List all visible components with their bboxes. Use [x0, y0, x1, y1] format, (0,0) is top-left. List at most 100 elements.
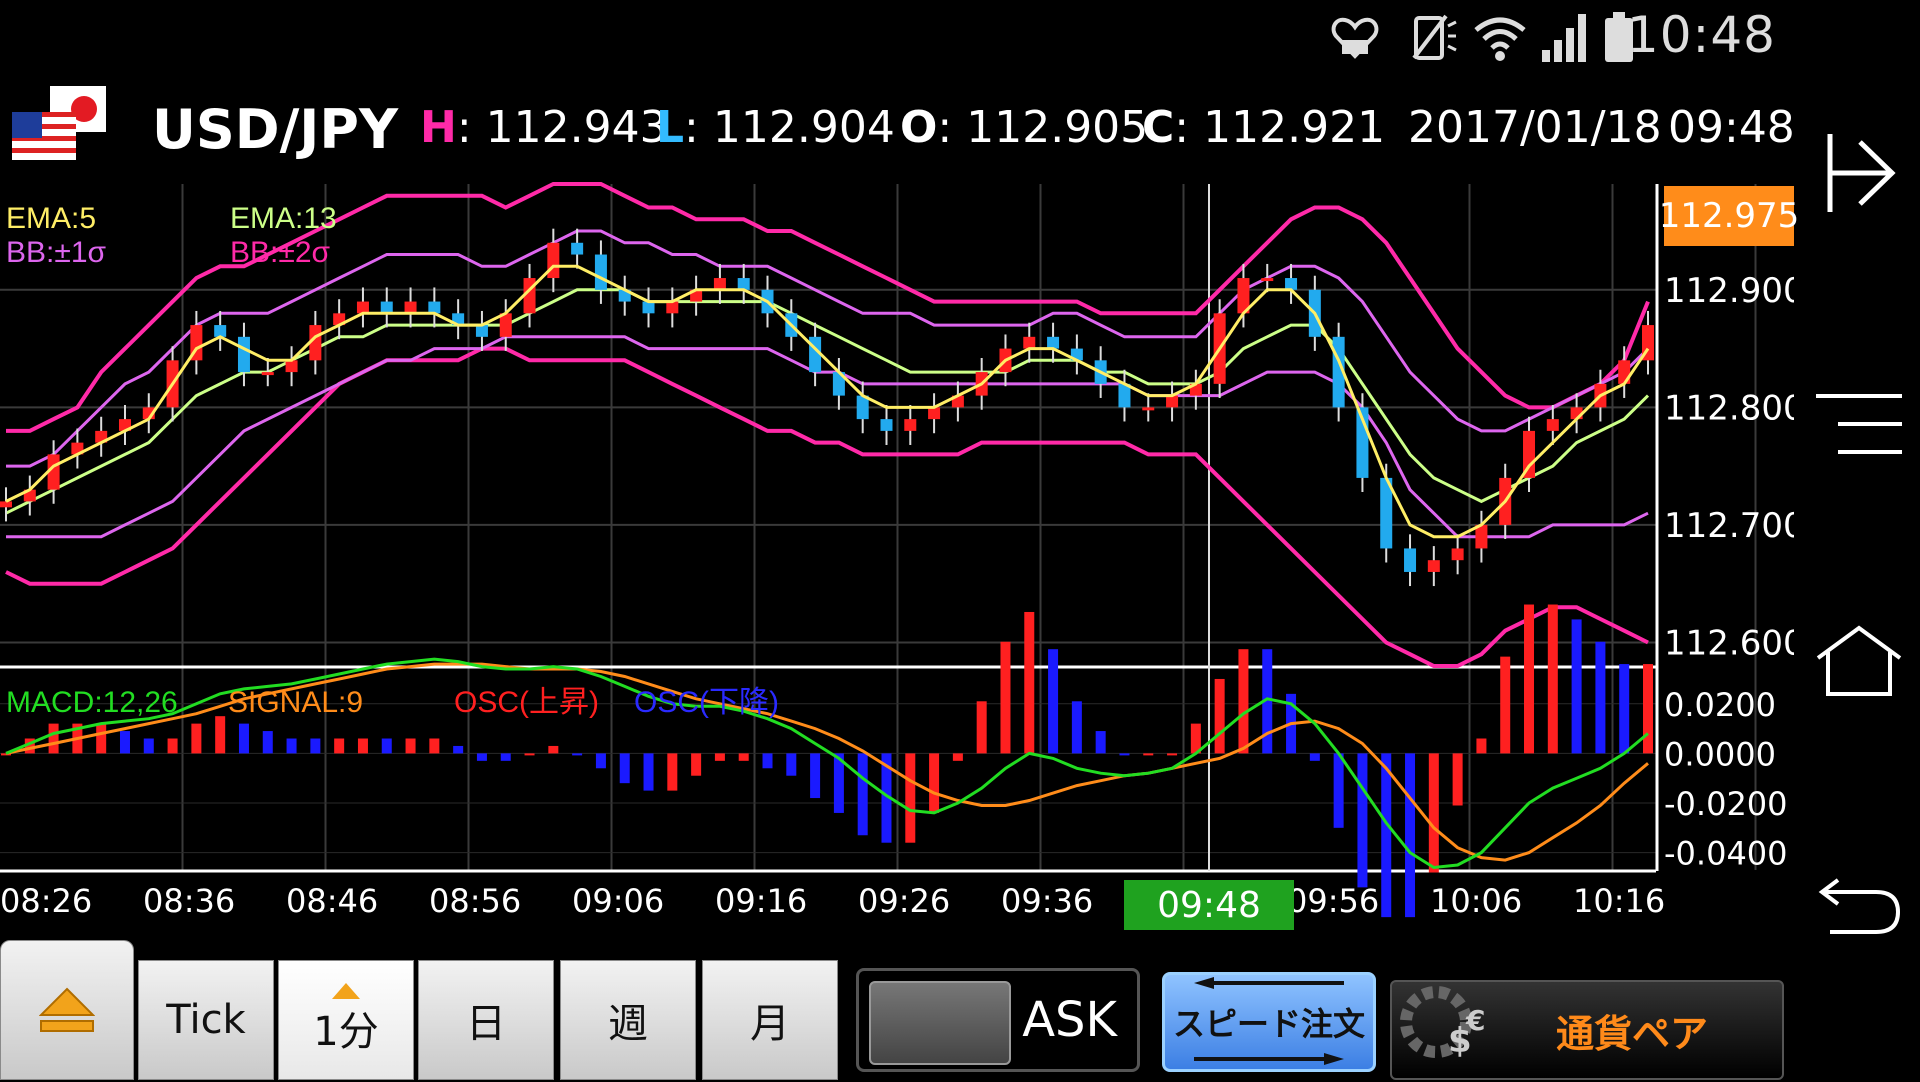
legend-signal: SIGNAL:9: [228, 686, 363, 719]
legend-ema5: EMA:5: [6, 202, 96, 235]
speed-order-button[interactable]: スピード注文: [1162, 972, 1376, 1072]
osc-bar: [1095, 731, 1106, 754]
ask-toggle-switch[interactable]: [869, 981, 1011, 1065]
osc-bar: [810, 753, 821, 799]
candle-body: [237, 336, 250, 373]
osc-bar: [1167, 753, 1178, 756]
ask-toggle-button[interactable]: ASK: [856, 968, 1140, 1072]
speed-order-label: スピード注文: [1172, 1005, 1365, 1043]
menu-icon[interactable]: [1816, 380, 1902, 466]
chart-grid: [0, 184, 1757, 873]
osc-bar: [691, 753, 702, 776]
macd-tick-label: -0.0400: [1664, 835, 1788, 873]
osc-bar: [1238, 649, 1249, 754]
osc-bar: [476, 753, 487, 761]
candle-body: [713, 278, 726, 290]
back-icon[interactable]: [1816, 860, 1902, 946]
osc-bar: [500, 753, 511, 761]
time-tick-label: 08:36: [143, 882, 235, 920]
selected-arrow-icon: [332, 983, 360, 999]
candle-body: [1427, 560, 1440, 572]
time-tick-label: 09:16: [715, 882, 807, 920]
time-tick-label: 10:16: [1573, 882, 1665, 920]
candle-body: [737, 278, 750, 290]
price-tick-label: 112.600: [1664, 623, 1794, 663]
osc-bar: [929, 753, 940, 813]
candle-body: [1285, 278, 1298, 290]
home-icon[interactable]: [1816, 618, 1902, 704]
candle-body: [904, 419, 917, 431]
exit-icon[interactable]: [1816, 130, 1902, 216]
osc-bar: [310, 738, 321, 754]
osc-bar: [1309, 753, 1320, 761]
osc-bar: [738, 753, 749, 761]
tab-month[interactable]: 月: [702, 960, 838, 1080]
osc-bar: [1500, 656, 1511, 754]
ask-label: ASK: [1022, 992, 1117, 1048]
candle-body: [1404, 548, 1417, 572]
current-price-tag: 112.975: [1659, 186, 1799, 246]
candle-body: [404, 301, 417, 314]
osc-bar: [786, 753, 797, 776]
osc-bar: [905, 753, 916, 843]
osc-bar: [262, 731, 273, 754]
osc-bar: [1119, 753, 1130, 756]
osc-bar: [643, 753, 654, 791]
candle-body: [261, 372, 274, 376]
candle-body: [1023, 336, 1036, 349]
expand-menu-button[interactable]: [0, 940, 134, 1080]
tab-day[interactable]: 日: [418, 960, 554, 1080]
ema5-line: [5, 264, 1650, 539]
osc-bar: [976, 701, 987, 754]
osc-bar: [595, 753, 606, 769]
candle-body: [928, 407, 941, 420]
osc-bar: [429, 738, 440, 754]
osc-bar: [1143, 753, 1154, 756]
candle-body: [1166, 395, 1179, 408]
chart-area[interactable]: 112.900 112.800 112.700 112.600 0.0200 0.0000…: [0, 0, 1794, 940]
legend-bb2: BB:±2σ: [230, 236, 331, 269]
osc-bar: [1595, 641, 1606, 754]
osc-bar: [143, 738, 154, 754]
legend-macd: MACD:12,26: [6, 686, 178, 719]
osc-bar: [405, 738, 416, 754]
candle-body: [666, 301, 679, 314]
candle-body: [571, 242, 584, 255]
osc-bar: [1643, 664, 1653, 754]
currency-pair-button[interactable]: $ € 通貨ペア: [1390, 980, 1784, 1080]
osc-bar: [357, 738, 368, 754]
osc-bar: [857, 753, 868, 836]
system-nav-bar: [1794, 100, 1920, 1080]
legend-osc-down: OSC(下降): [634, 686, 779, 719]
osc-bar: [1333, 753, 1344, 828]
osc-bar: [548, 745, 559, 754]
osc-bar: [334, 738, 345, 754]
osc-bar: [215, 716, 226, 754]
candle-body: [356, 301, 369, 314]
ema13-line: [5, 288, 1650, 515]
macd-tick-label: 0.0000: [1664, 735, 1776, 773]
osc-bar: [1071, 701, 1082, 754]
bottom-toolbar: Tick 1分 日 週 月 ASK スピード注文 $ € 通貨ペア: [0, 940, 1794, 1080]
tab-1min-label: 1分: [313, 1009, 379, 1055]
candle-body: [594, 254, 607, 290]
osc-bar: [1547, 604, 1558, 754]
swap-arrows-icon-2: [1193, 1053, 1344, 1065]
tab-1min[interactable]: 1分: [278, 960, 414, 1080]
osc-bar: [286, 738, 297, 754]
candle-body: [1261, 278, 1274, 282]
osc-bar: [1214, 678, 1225, 754]
osc-bar: [1524, 604, 1535, 754]
candle-body: [1142, 407, 1155, 411]
osc-bar: [1452, 753, 1463, 806]
legend-bb1: BB:±1σ: [6, 236, 107, 269]
osc-bar: [1048, 649, 1059, 754]
candle-body: [380, 301, 393, 314]
osc-bar: [1619, 664, 1630, 754]
tab-tick[interactable]: Tick: [138, 960, 274, 1080]
candle-body: [1047, 336, 1060, 349]
candle-body: [285, 360, 298, 373]
tab-week[interactable]: 週: [560, 960, 696, 1080]
osc-bar: [1476, 738, 1487, 754]
time-tick-label: 08:46: [286, 882, 378, 920]
